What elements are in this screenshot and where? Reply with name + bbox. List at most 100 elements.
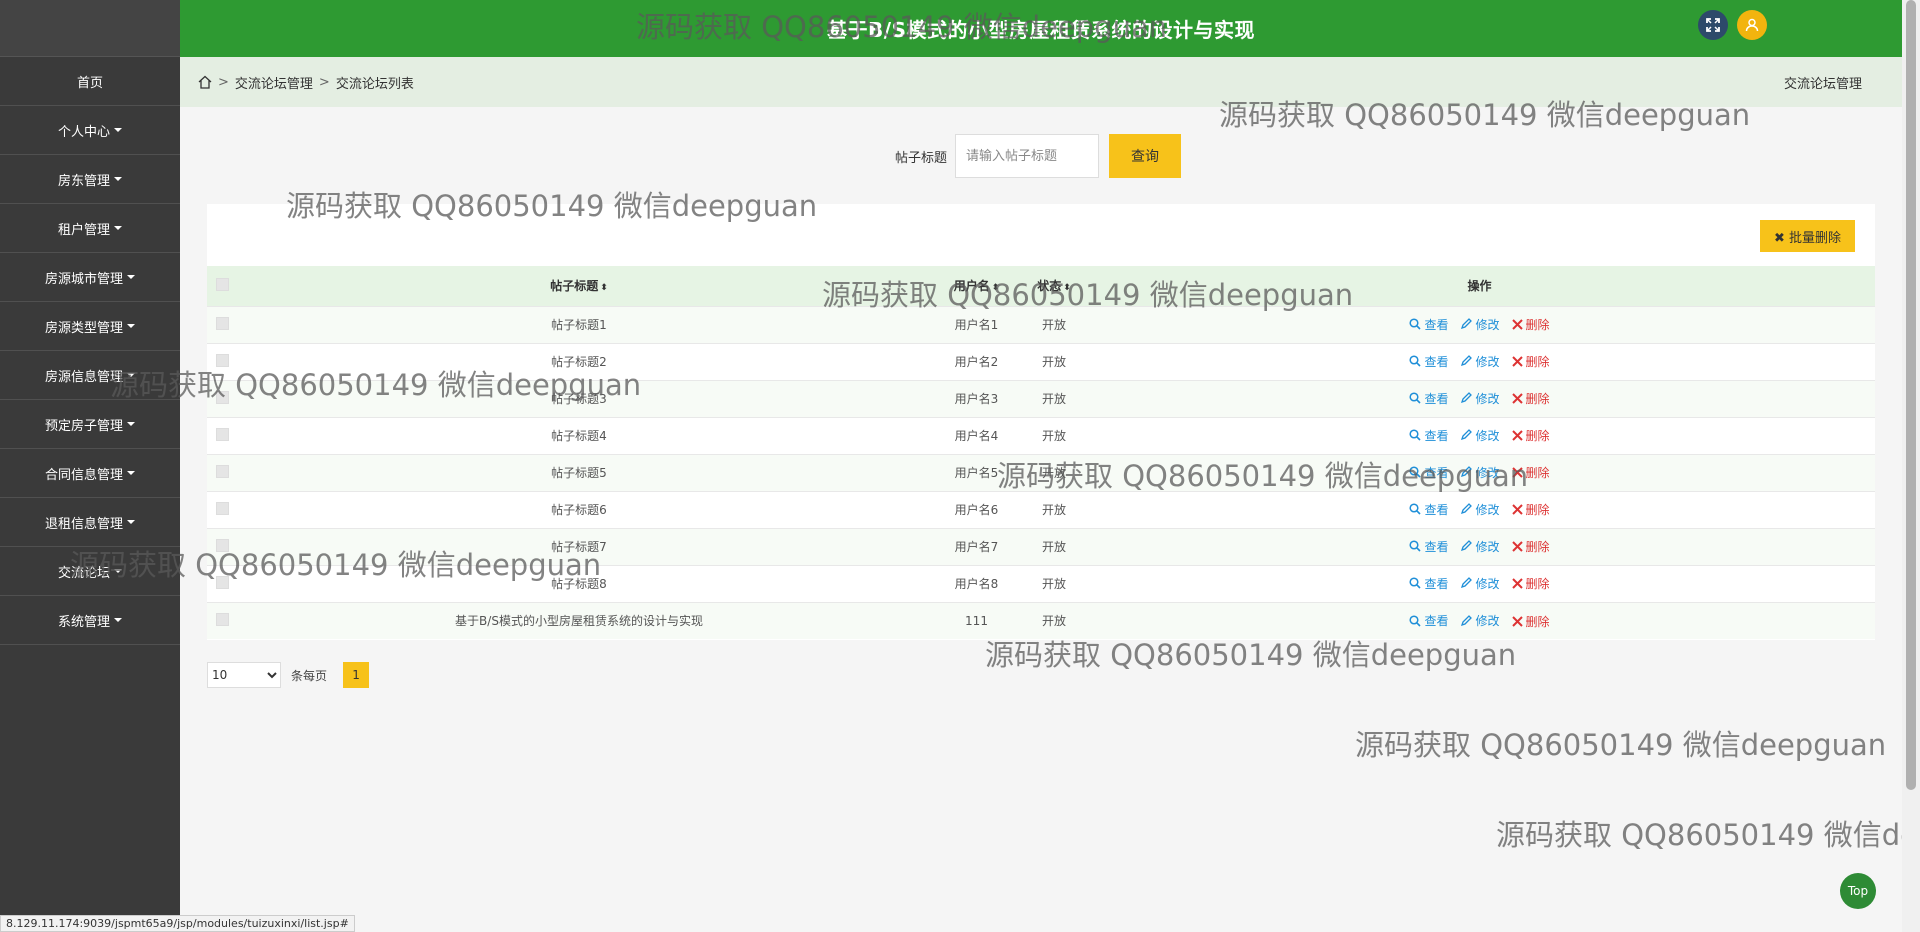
vertical-scrollbar[interactable] <box>1902 0 1920 932</box>
sidebar-item[interactable]: 房源城市管理 <box>0 253 180 302</box>
edit-button[interactable]: 修改 <box>1460 316 1500 333</box>
delete-label: 删除 <box>1525 614 1550 629</box>
sidebar-item[interactable]: 交流论坛 <box>0 547 180 596</box>
table-row: 帖子标题4 用户名4 开放 查看 修改 删除 <box>207 417 1875 454</box>
page-number-button[interactable]: 1 <box>343 662 370 688</box>
cell-status: 开放 <box>1041 318 1066 332</box>
column-header-title-label: 帖子标题 <box>550 279 599 294</box>
sidebar-item[interactable]: 系统管理 <box>0 596 180 645</box>
cell-status: 开放 <box>1041 577 1066 591</box>
delete-label: 删除 <box>1525 392 1550 407</box>
sidebar-item[interactable]: 个人中心 <box>0 106 180 155</box>
view-button[interactable]: 查看 <box>1409 353 1448 370</box>
sidebar-item[interactable]: 房东管理 <box>0 155 180 204</box>
view-label: 查看 <box>1424 539 1449 554</box>
user-button[interactable] <box>1737 10 1767 40</box>
edit-icon <box>1461 540 1473 552</box>
sidebar-item[interactable]: 首页 <box>0 57 180 106</box>
column-header-title[interactable]: 帖子标题 ⬍ <box>229 266 929 306</box>
delete-button[interactable]: 删除 <box>1511 427 1550 444</box>
breadcrumb-level1[interactable]: 交流论坛管理 <box>235 73 313 92</box>
per-page-label: 条每页 <box>291 668 328 683</box>
select-all-checkbox[interactable] <box>216 277 229 291</box>
sidebar-item[interactable]: 退租信息管理 <box>0 498 180 547</box>
table-body: 帖子标题1 用户名1 开放 查看 修改 删除 帖子标题2 用户名2 开放 查看 修改 删除 帖子标题3 用… <box>207 306 1875 639</box>
sidebar-logo-area <box>0 0 180 57</box>
edit-button[interactable]: 修改 <box>1460 464 1500 481</box>
caret-down-icon <box>127 520 135 524</box>
search-button[interactable]: 查询 <box>1109 134 1182 178</box>
cell-status: 开放 <box>1041 355 1066 369</box>
page-size-select[interactable]: 10 <box>207 662 281 688</box>
edit-button[interactable]: 修改 <box>1460 501 1500 518</box>
scrollbar-thumb[interactable] <box>1906 0 1916 790</box>
edit-icon <box>1461 392 1473 404</box>
home-icon[interactable] <box>198 75 212 89</box>
row-checkbox[interactable] <box>216 538 229 552</box>
sidebar-item[interactable]: 预定房子管理 <box>0 400 180 449</box>
cell-title: 帖子标题1 <box>551 318 607 332</box>
batch-delete-button[interactable]: ✖ 批量删除 <box>1759 220 1855 252</box>
close-icon <box>1511 615 1523 627</box>
view-button[interactable]: 查看 <box>1409 464 1448 481</box>
column-header-status[interactable]: 状态 ⬍ <box>1024 266 1084 306</box>
delete-button[interactable]: 删除 <box>1511 613 1550 630</box>
fullscreen-button[interactable] <box>1698 10 1728 40</box>
cell-user: 用户名2 <box>954 355 999 369</box>
delete-button[interactable]: 删除 <box>1511 464 1550 481</box>
sidebar-item-label: 首页 <box>76 75 103 91</box>
view-label: 查看 <box>1424 576 1449 591</box>
edit-label: 修改 <box>1475 391 1500 406</box>
edit-icon <box>1461 503 1473 515</box>
delete-button[interactable]: 删除 <box>1511 390 1550 407</box>
table-row: 基于B/S模式的小型房屋租赁系统的设计与实现 111 开放 查看 修改 删除 <box>207 602 1875 639</box>
view-button[interactable]: 查看 <box>1409 612 1448 629</box>
row-checkbox[interactable] <box>216 612 229 626</box>
delete-button[interactable]: 删除 <box>1511 575 1550 592</box>
column-header-user[interactable]: 用户名 ⬍ <box>929 266 1024 306</box>
delete-button[interactable]: 删除 <box>1511 316 1550 333</box>
row-checkbox[interactable] <box>216 316 229 330</box>
sidebar-menu: 首页个人中心 房东管理 租户管理 房源城市管理 房源类型管理 房源信息管理 预定房子管理 合同… <box>0 57 180 645</box>
view-button[interactable]: 查看 <box>1409 501 1448 518</box>
cell-user: 用户名4 <box>954 429 999 443</box>
row-checkbox[interactable] <box>216 501 229 515</box>
row-checkbox[interactable] <box>216 353 229 367</box>
view-button[interactable]: 查看 <box>1409 575 1448 592</box>
cell-status: 开放 <box>1041 540 1066 554</box>
row-checkbox[interactable] <box>216 575 229 589</box>
edit-button[interactable]: 修改 <box>1460 575 1500 592</box>
delete-button[interactable]: 删除 <box>1511 501 1550 518</box>
search-input[interactable] <box>955 134 1100 178</box>
table-row: 帖子标题7 用户名7 开放 查看 修改 删除 <box>207 528 1875 565</box>
row-checkbox[interactable] <box>216 464 229 478</box>
sidebar-item[interactable]: 租户管理 <box>0 204 180 253</box>
breadcrumb-separator: > <box>218 74 229 90</box>
delete-button[interactable]: 删除 <box>1511 353 1550 370</box>
cell-title: 帖子标题4 <box>551 429 607 443</box>
view-button[interactable]: 查看 <box>1409 538 1448 555</box>
search-icon <box>1409 614 1422 627</box>
close-icon <box>1511 578 1523 589</box>
edit-button[interactable]: 修改 <box>1460 612 1500 629</box>
view-button[interactable]: 查看 <box>1409 316 1448 333</box>
edit-button[interactable]: 修改 <box>1460 538 1500 555</box>
delete-button[interactable]: 删除 <box>1511 538 1550 555</box>
edit-button[interactable]: 修改 <box>1460 390 1500 407</box>
sidebar-item[interactable]: 房源信息管理 <box>0 351 180 400</box>
view-button[interactable]: 查看 <box>1409 427 1448 444</box>
delete-label: 删除 <box>1525 355 1550 370</box>
edit-button[interactable]: 修改 <box>1460 427 1500 444</box>
back-to-top-button[interactable]: Top <box>1840 873 1876 909</box>
edit-button[interactable]: 修改 <box>1460 353 1500 370</box>
view-button[interactable]: 查看 <box>1409 390 1448 407</box>
row-checkbox[interactable] <box>216 427 229 441</box>
cell-title: 帖子标题3 <box>551 392 607 406</box>
cell-actions: 查看 修改 删除 <box>1084 491 1875 528</box>
row-select-cell <box>207 491 229 528</box>
cell-status: 开放 <box>1041 503 1066 517</box>
sidebar-item[interactable]: 房源类型管理 <box>0 302 180 351</box>
row-checkbox[interactable] <box>216 390 229 404</box>
sidebar-item[interactable]: 合同信息管理 <box>0 449 180 498</box>
breadcrumb: > 交流论坛管理 > 交流论坛列表 交流论坛管理 <box>180 57 1902 107</box>
